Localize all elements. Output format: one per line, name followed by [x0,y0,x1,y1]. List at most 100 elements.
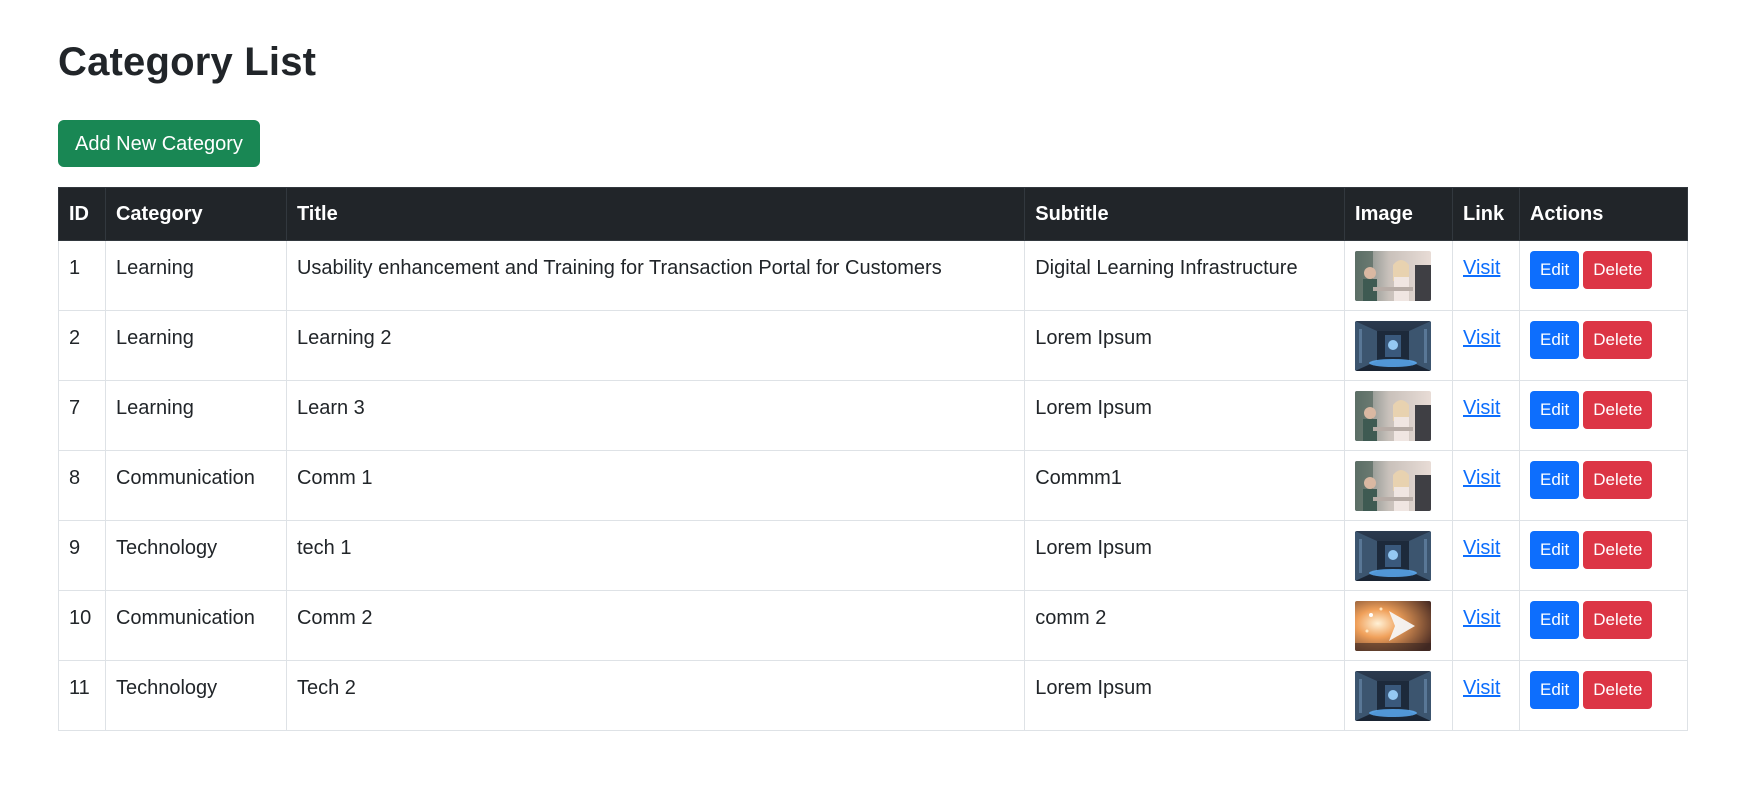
edit-button[interactable]: Edit [1529,671,1580,709]
cell-title: Tech 2 [285,660,1026,731]
delete-button[interactable]: Delete [1583,251,1653,289]
row-title: Learn 3 [296,397,365,419]
row-id: 2 [69,327,81,349]
cell-link: Visit [1452,590,1520,661]
cell-id: 10 [58,590,106,661]
visit-link[interactable]: Visit [1463,661,1509,701]
table-row: 7 Learning Learn 3 Lorem Ipsum Visit Edi… [58,380,1689,451]
cell-title: Comm 2 [285,590,1026,661]
cell-id: 1 [58,240,106,311]
column-header-actions: Actions [1518,187,1689,241]
visit-link[interactable]: Visit [1463,241,1509,281]
delete-button[interactable]: Delete [1583,531,1653,569]
cell-id: 7 [58,380,106,451]
cell-subtitle: Lorem Ipsum [1024,660,1346,731]
cell-subtitle: Digital Learning Infrastructure [1024,240,1346,311]
edit-button[interactable]: Edit [1529,251,1580,289]
visit-link[interactable]: Visit [1463,311,1509,351]
cell-actions: Edit Delete [1518,310,1689,381]
cell-subtitle: Lorem Ipsum [1024,310,1346,381]
cell-subtitle: Commm1 [1024,450,1346,521]
office-meeting-thumbnail [1355,391,1432,441]
delete-button[interactable]: Delete [1583,601,1653,639]
row-category: Learning [115,257,194,279]
row-subtitle: Digital Learning Infrastructure [1035,257,1298,279]
visit-link[interactable]: Visit [1463,591,1509,631]
table-row: 2 Learning Learning 2 Lorem Ipsum Visit … [58,310,1689,381]
edit-button[interactable]: Edit [1529,461,1580,499]
cell-category: Technology [104,660,287,731]
delete-button[interactable]: Delete [1583,461,1653,499]
column-header-image: Image [1344,187,1453,241]
row-title: tech 1 [296,537,352,559]
row-subtitle: comm 2 [1035,607,1107,629]
cell-category: Learning [104,310,287,381]
edit-button[interactable]: Edit [1529,601,1580,639]
column-header-category: Category [104,187,287,241]
row-subtitle: Commm1 [1035,467,1122,489]
visit-link[interactable]: Visit [1463,381,1509,421]
cell-image [1344,590,1453,661]
cell-category: Learning [104,240,287,311]
column-header-title: Title [285,187,1026,241]
edit-button[interactable]: Edit [1529,321,1580,359]
server-hallway-thumbnail [1355,321,1432,371]
cell-title: Comm 1 [285,450,1026,521]
delete-button[interactable]: Delete [1583,391,1653,429]
column-header-id: ID [58,187,106,241]
cell-image [1344,520,1453,591]
row-category: Learning [115,327,194,349]
delete-button[interactable]: Delete [1583,671,1653,709]
cell-subtitle: Lorem Ipsum [1024,520,1346,591]
category-table: ID Category Title Subtitle Image Link Ac… [58,187,1689,731]
row-category: Communication [115,467,255,489]
page: Category List Add New Category ID Catego… [0,0,1689,731]
row-category: Technology [115,537,218,559]
cell-title: Learn 3 [285,380,1026,451]
table-body: 1 Learning Usability enhancement and Tra… [58,240,1689,731]
cell-title: tech 1 [285,520,1026,591]
table-row: 8 Communication Comm 1 Commm1 Visit Edit… [58,450,1689,521]
row-id: 11 [69,677,90,699]
cell-actions: Edit Delete [1518,380,1689,451]
row-title: Usability enhancement and Training for T… [296,257,942,279]
visit-link[interactable]: Visit [1463,521,1509,561]
cell-id: 8 [58,450,106,521]
edit-button[interactable]: Edit [1529,531,1580,569]
server-hallway-thumbnail [1355,531,1432,581]
cell-category: Technology [104,520,287,591]
row-subtitle: Lorem Ipsum [1035,327,1152,349]
cell-link: Visit [1452,310,1520,381]
visit-link[interactable]: Visit [1463,451,1509,491]
cell-subtitle: Lorem Ipsum [1024,380,1346,451]
row-title: Tech 2 [296,677,356,699]
edit-button[interactable]: Edit [1529,391,1580,429]
cell-category: Communication [104,590,287,661]
cell-id: 11 [58,660,106,731]
row-title: Comm 2 [296,607,373,629]
column-header-subtitle: Subtitle [1024,187,1346,241]
glowing-arrow-thumbnail [1355,601,1432,651]
delete-button[interactable]: Delete [1583,321,1653,359]
row-id: 1 [69,257,81,279]
row-subtitle: Lorem Ipsum [1035,537,1152,559]
row-id: 8 [69,467,81,489]
cell-link: Visit [1452,380,1520,451]
cell-link: Visit [1452,660,1520,731]
cell-category: Communication [104,450,287,521]
office-meeting-thumbnail [1355,251,1432,301]
cell-link: Visit [1452,240,1520,311]
row-category: Communication [115,607,255,629]
table-row: 11 Technology Tech 2 Lorem Ipsum Visit E… [58,660,1689,731]
cell-title: Usability enhancement and Training for T… [285,240,1026,311]
cell-actions: Edit Delete [1518,240,1689,311]
add-category-button[interactable]: Add New Category [58,120,260,167]
cell-id: 2 [58,310,106,381]
server-hallway-thumbnail [1355,671,1432,721]
row-category: Technology [115,677,218,699]
row-title: Learning 2 [296,327,392,349]
cell-actions: Edit Delete [1518,450,1689,521]
cell-link: Visit [1452,450,1520,521]
row-subtitle: Lorem Ipsum [1035,677,1152,699]
cell-category: Learning [104,380,287,451]
